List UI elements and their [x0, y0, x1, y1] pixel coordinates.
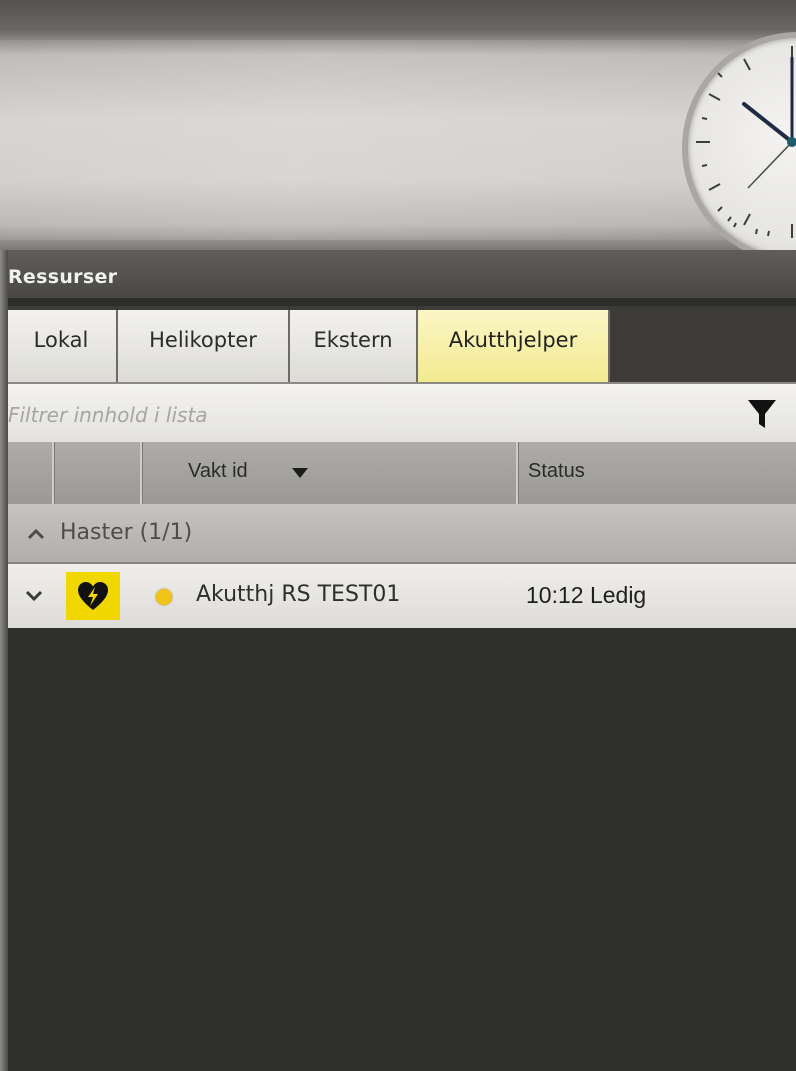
filter-bar: [4, 382, 796, 444]
tab-ekstern[interactable]: Ekstern: [290, 310, 418, 382]
header-band: [0, 0, 796, 264]
funnel-icon: [748, 400, 776, 428]
column-header: Vakt id Status: [8, 442, 796, 506]
group-label: Haster (1/1): [60, 520, 193, 545]
tab-label: Helikopter: [149, 328, 257, 352]
tab-strip: Lokal Helikopter Ekstern Akutthjelper: [0, 306, 796, 382]
tab-akutthjelper[interactable]: Akutthjelper: [418, 310, 610, 382]
chevron-up-icon[interactable]: [24, 522, 48, 546]
app-window: Ressurser Lokal Helikopter Ekstern Akutt…: [0, 0, 796, 1071]
tab-label: Ekstern: [313, 328, 393, 352]
table-row[interactable]: Akutthj RS TEST01 10:12 Ledig: [8, 564, 796, 628]
analog-clock: [682, 32, 796, 264]
column-label-vakt-id: Vakt id: [188, 460, 248, 482]
chevron-down-icon[interactable]: [22, 584, 46, 608]
window-left-edge: [0, 250, 8, 1071]
tab-label: Akutthjelper: [448, 328, 578, 352]
panel-title: Ressurser: [8, 266, 118, 288]
tab-helikopter[interactable]: Helikopter: [118, 310, 290, 382]
sort-descending-icon: [292, 468, 308, 478]
filter-input[interactable]: [6, 394, 730, 436]
group-row-haster[interactable]: Haster (1/1): [8, 504, 796, 564]
column-header-vakt-id[interactable]: Vakt id: [142, 442, 516, 504]
tab-label: Lokal: [33, 328, 89, 352]
row-status: 10:12 Ledig: [526, 582, 647, 608]
column-separator: [52, 442, 54, 504]
filter-button[interactable]: [740, 392, 784, 436]
column-label-status: Status: [528, 460, 585, 482]
tab-lokal[interactable]: Lokal: [6, 310, 118, 382]
heart-defibrillator-icon: [66, 572, 120, 620]
column-header-status[interactable]: Status: [518, 442, 796, 504]
clock-face-icon: [696, 46, 796, 238]
header-shine: [0, 40, 760, 240]
status-indicator: [156, 589, 172, 605]
resources-panel: Ressurser Lokal Helikopter Ekstern Akutt…: [0, 250, 796, 1071]
row-vakt-id: Akutthj RS TEST01: [196, 582, 401, 607]
list-empty-area: [8, 628, 796, 1071]
panel-title-bar: Ressurser: [0, 250, 796, 298]
